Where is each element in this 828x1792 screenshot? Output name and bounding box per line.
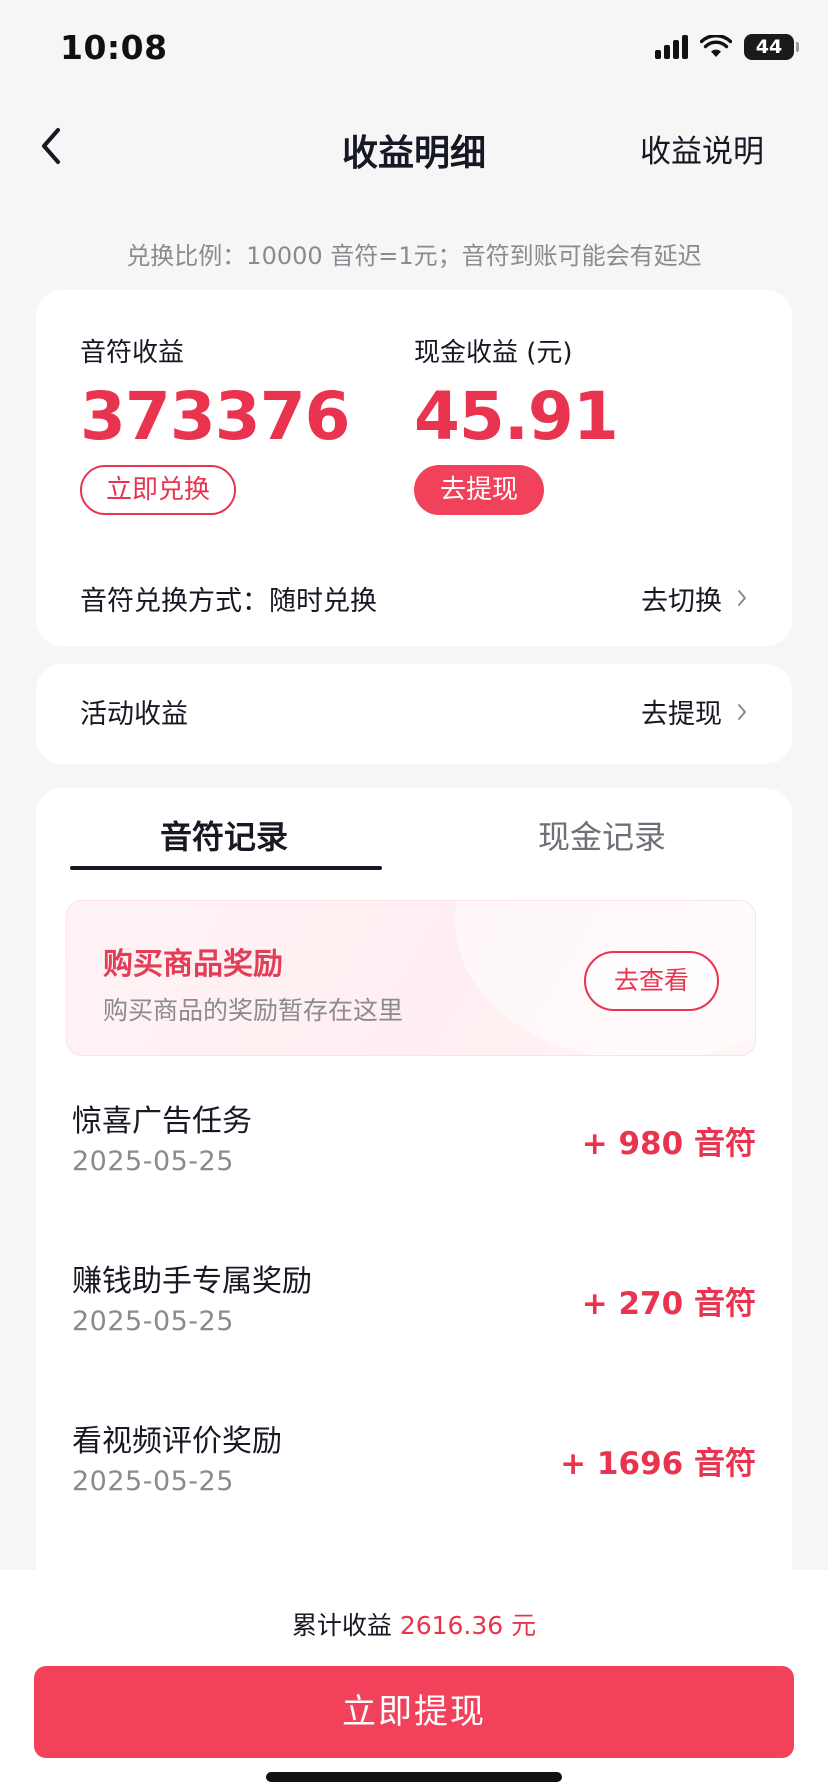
activity-withdraw-label: 去提现 <box>641 699 722 730</box>
exchange-mode-row: 音符兑换方式：随时兑换 去切换 <box>80 576 748 620</box>
record-amount: + 980 音符 <box>581 1126 756 1162</box>
earnings-explanation-link[interactable]: 收益说明 <box>640 126 764 171</box>
record-date: 2025-05-25 <box>72 1146 234 1177</box>
activity-earnings-card: 活动收益 去提现 <box>36 664 792 764</box>
exchange-now-button[interactable]: 立即兑换 <box>80 465 237 515</box>
back-chevron-icon[interactable] <box>36 124 66 168</box>
switch-exchange-mode-button[interactable]: 去切换 <box>641 579 748 618</box>
record-date: 2025-05-25 <box>72 1306 234 1337</box>
battery-icon: 44 <box>744 34 799 60</box>
view-rewards-button[interactable]: 去查看 <box>583 951 719 1011</box>
cellular-signal-icon <box>655 35 688 59</box>
exchange-ratio-tip: 兑换比例：10000 音符=1元；音符到账可能会有延迟 <box>126 242 702 270</box>
activity-earnings-label: 活动收益 <box>80 699 188 730</box>
record-amount: + 1696 音符 <box>560 1446 756 1482</box>
bottom-bar: 累计收益 2616.36 元 立即提现 <box>0 1570 828 1792</box>
chevron-right-icon <box>738 590 746 606</box>
total-earnings-value: 2616.36 元 <box>399 1611 537 1640</box>
cash-withdraw-button[interactable]: 去提现 <box>414 465 545 515</box>
notes-earnings: 音符收益 373376 立即兑换 <box>80 332 351 515</box>
withdraw-now-button[interactable]: 立即提现 <box>34 1666 794 1758</box>
total-earnings: 累计收益 2616.36 元 <box>0 1606 828 1642</box>
exchange-mode-label: 音符兑换方式：随时兑换 <box>80 585 377 617</box>
switch-exchange-mode-label: 去切换 <box>641 585 722 617</box>
chevron-right-icon <box>738 703 746 720</box>
earnings-card: 音符收益 373376 立即兑换 现金收益 (元) 45.91 去提现 音符兑换… <box>36 290 792 646</box>
status-icons: 44 <box>655 34 799 60</box>
records-tabs: 音符记录 现金记录 <box>36 788 792 872</box>
activity-earnings-row[interactable]: 活动收益 去提现 <box>80 692 748 731</box>
record-title: 看视频评价奖励 <box>72 1424 282 1459</box>
activity-withdraw-button[interactable]: 去提现 <box>641 692 748 731</box>
cash-earnings-label: 现金收益 (元) <box>414 338 573 368</box>
record-title: 赚钱助手专属奖励 <box>72 1264 312 1299</box>
status-time: 10:08 <box>60 28 168 67</box>
promo-title: 购买商品奖励 <box>103 947 283 982</box>
list-item: 惊喜广告任务 2025-05-25 + 980 音符 <box>72 1096 756 1206</box>
notes-earnings-label: 音符收益 <box>80 338 185 368</box>
record-title: 惊喜广告任务 <box>72 1104 252 1139</box>
record-amount: + 270 音符 <box>581 1286 756 1322</box>
wifi-icon <box>700 35 732 57</box>
purchase-reward-banner: 购买商品奖励 购买商品的奖励暂存在这里 去查看 <box>66 900 756 1056</box>
list-item: 赚钱助手专属奖励 2025-05-25 + 270 音符 <box>72 1256 756 1366</box>
list-item: 看视频评价奖励 2025-05-25 + 1696 音符 <box>72 1416 756 1526</box>
active-tab-indicator <box>70 866 382 870</box>
tab-cash-records[interactable]: 现金记录 <box>538 812 666 858</box>
nav-bar: 收益明细 收益说明 <box>0 100 828 192</box>
cash-earnings: 现金收益 (元) 45.91 去提现 <box>414 332 619 515</box>
promo-description: 购买商品的奖励暂存在这里 <box>103 996 404 1025</box>
battery-level: 44 <box>755 36 783 58</box>
status-bar: 10:08 44 <box>0 0 828 100</box>
notes-earnings-value: 373376 <box>80 378 351 455</box>
record-date: 2025-05-25 <box>72 1466 234 1497</box>
records-card: 音符记录 现金记录 购买商品奖励 购买商品的奖励暂存在这里 去查看 惊喜广告任务… <box>36 788 792 1688</box>
home-indicator <box>266 1772 562 1782</box>
tab-notes-records[interactable]: 音符记录 <box>160 812 288 858</box>
total-earnings-label: 累计收益 <box>291 1611 392 1640</box>
cash-earnings-value: 45.91 <box>414 378 619 455</box>
